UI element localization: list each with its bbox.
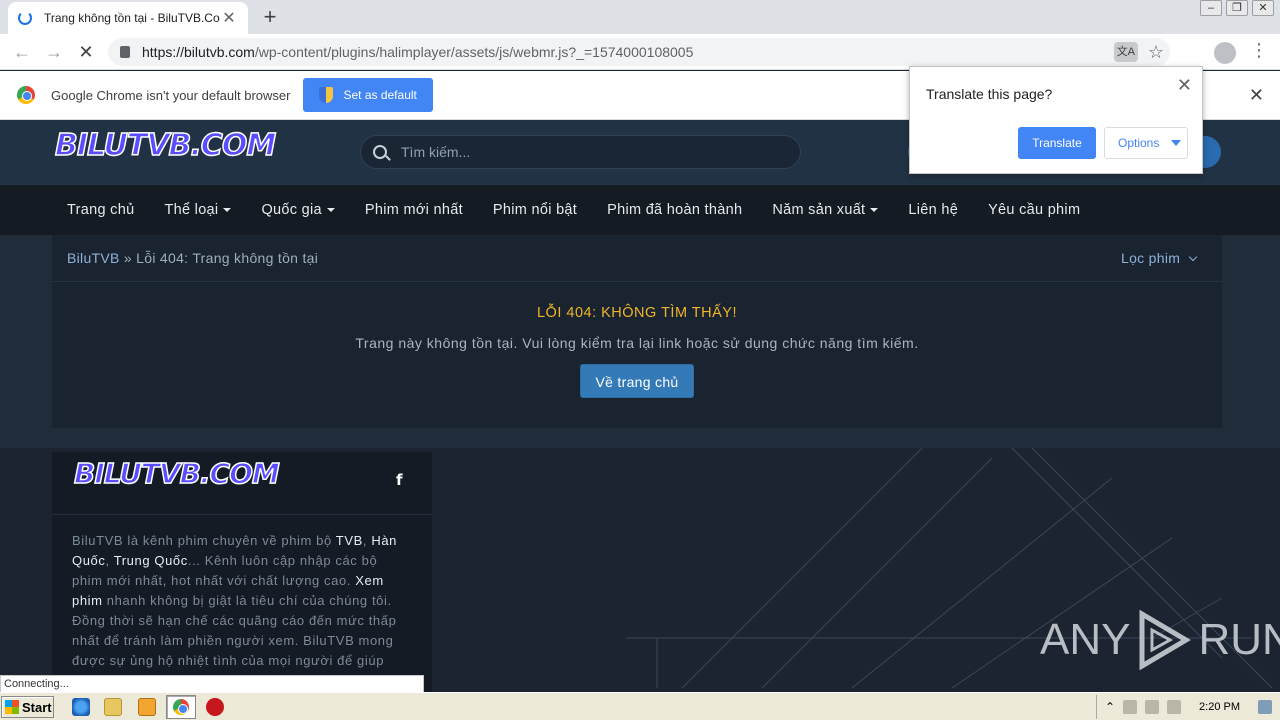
tray-expand-icon[interactable]: ⌃ — [1105, 700, 1115, 714]
nav-item-genre[interactable]: Thể loại — [149, 202, 246, 218]
search-icon — [373, 145, 387, 159]
footer-link-tvb[interactable]: TVB — [336, 533, 363, 548]
divider — [52, 281, 1222, 282]
caret-down-icon — [223, 208, 232, 213]
nav-item-home[interactable]: Trang chủ — [52, 202, 149, 218]
chrome-menu-icon[interactable]: ⋮ — [1250, 40, 1268, 61]
infobar-message: Google Chrome isn't your default browser — [51, 87, 291, 103]
window-close-button[interactable]: ✕ — [1252, 0, 1274, 16]
profile-avatar[interactable] — [1214, 42, 1236, 64]
nav-item-newest[interactable]: Phim mới nhất — [350, 202, 478, 218]
lock-icon — [120, 46, 130, 58]
translate-icon[interactable]: 文A — [1113, 42, 1138, 62]
anyrun-watermark: ANY RUN — [1040, 610, 1280, 670]
footer-link-china[interactable]: Trung Quốc — [114, 553, 188, 568]
footer-about-text: BiluTVB là kênh phim chuyên về phim bộ T… — [72, 533, 397, 668]
new-tab-button[interactable]: + — [258, 4, 282, 30]
watermark-left-text: ANY — [1040, 615, 1131, 664]
nav-item-country[interactable]: Quốc gia — [246, 202, 349, 218]
filter-label: Lọc phim — [1121, 250, 1181, 266]
stop-loading-icon[interactable]: ✕ — [74, 40, 98, 64]
minimize-button[interactable]: – — [1200, 0, 1222, 16]
error-message: Trang này không tồn tại. Vui lòng kiểm t… — [355, 335, 919, 351]
translate-close-icon[interactable]: ✕ — [1177, 75, 1192, 96]
infobar-close-icon[interactable]: ✕ — [1249, 85, 1264, 106]
main-nav: Trang chủ Thể loại Quốc gia Phim mới nhấ… — [0, 185, 1280, 235]
start-label: Start — [22, 699, 52, 715]
caret-down-icon — [870, 208, 879, 213]
show-desktop-icon[interactable] — [1258, 700, 1272, 714]
restore-button[interactable]: ❐ — [1226, 0, 1248, 16]
uac-shield-icon — [319, 87, 334, 103]
tab-strip: Trang không tồn tại - BiluTVB.Com ✕ + – … — [0, 0, 1280, 34]
error-title: LỖI 404: KHÔNG TÌM THẤY! — [536, 305, 738, 321]
window-controls: – ❐ ✕ — [1200, 0, 1274, 16]
url-text: https://bilutvb.com/wp-content/plugins/h… — [142, 44, 694, 60]
taskbar-chrome-button[interactable] — [166, 695, 196, 719]
nav-item-completed[interactable]: Phim đã hoàn thành — [592, 202, 757, 218]
nav-item-request[interactable]: Yêu cầu phim — [973, 202, 1095, 218]
back-icon[interactable]: ← — [10, 40, 34, 64]
browser-tab[interactable]: Trang không tồn tại - BiluTVB.Com ✕ — [8, 2, 248, 34]
clock[interactable]: 2:20 PM — [1199, 701, 1240, 713]
address-bar[interactable]: https://bilutvb.com/wp-content/plugins/h… — [108, 38, 1170, 66]
breadcrumb-current: Lỗi 404: Trang không tồn tại — [136, 250, 319, 266]
windows-logo-icon — [5, 700, 19, 714]
set-default-label: Set as default — [343, 88, 417, 102]
options-label: Options — [1118, 136, 1160, 150]
network-icon[interactable] — [1123, 700, 1138, 714]
chrome-icon — [173, 699, 189, 715]
translate-options-button[interactable]: Options — [1104, 127, 1188, 159]
tab-close-icon[interactable]: ✕ — [220, 8, 238, 28]
watermark-right-text: RUN — [1198, 615, 1280, 664]
bookmark-star-icon[interactable]: ☆ — [1148, 42, 1164, 63]
start-button[interactable]: Start — [1, 696, 54, 718]
breadcrumb-separator: » — [119, 250, 137, 266]
site-logo[interactable]: BILUTVB.COM — [54, 127, 277, 164]
breadcrumb-home-link[interactable]: BiluTVB — [67, 250, 120, 266]
ie-icon[interactable] — [72, 698, 90, 716]
media-player-icon[interactable] — [138, 698, 156, 716]
dropdown-arrow-icon — [1171, 140, 1182, 146]
caret-down-icon — [326, 208, 335, 213]
stop-sign-icon[interactable] — [206, 698, 224, 716]
chevron-down-icon — [1188, 252, 1198, 262]
status-bubble: Connecting... — [0, 675, 424, 693]
browser-toolbar: ← → ✕ https://bilutvb.com/wp-content/plu… — [0, 34, 1280, 70]
volume-icon[interactable] — [1145, 700, 1160, 714]
chrome-logo-icon — [17, 86, 35, 104]
play-triangle-icon — [1139, 610, 1192, 670]
facebook-icon[interactable]: f — [396, 471, 403, 489]
loading-spinner-icon — [18, 11, 32, 25]
tab-title: Trang không tồn tại - BiluTVB.Com — [44, 11, 220, 25]
site-search[interactable] — [360, 135, 801, 169]
translate-button[interactable]: Translate — [1018, 127, 1096, 159]
explorer-folder-icon[interactable] — [104, 698, 122, 716]
taskbar: Start ⌃ 2:20 PM — [0, 692, 1280, 720]
footer-logo[interactable]: BILUTVB.COM — [73, 456, 280, 491]
action-center-flag-icon[interactable] — [1167, 700, 1182, 714]
breadcrumb: BiluTVB » Lỗi 404: Trang không tồn tại — [67, 250, 318, 266]
system-tray: ⌃ 2:20 PM — [1095, 695, 1280, 719]
home-button[interactable]: Về trang chủ — [580, 364, 694, 398]
search-input[interactable] — [401, 144, 761, 160]
nav-item-year[interactable]: Năm sản xuất — [757, 202, 893, 218]
nav-item-featured[interactable]: Phim nổi bật — [478, 202, 592, 218]
filter-toggle[interactable]: Lọc phim — [1121, 250, 1198, 266]
set-default-button[interactable]: Set as default — [303, 78, 433, 112]
forward-icon[interactable]: → — [42, 40, 66, 64]
translate-popup: Translate this page? ✕ Translate Options — [909, 66, 1203, 174]
translate-title: Translate this page? — [926, 86, 1053, 102]
nav-item-contact[interactable]: Liên hệ — [893, 202, 973, 218]
